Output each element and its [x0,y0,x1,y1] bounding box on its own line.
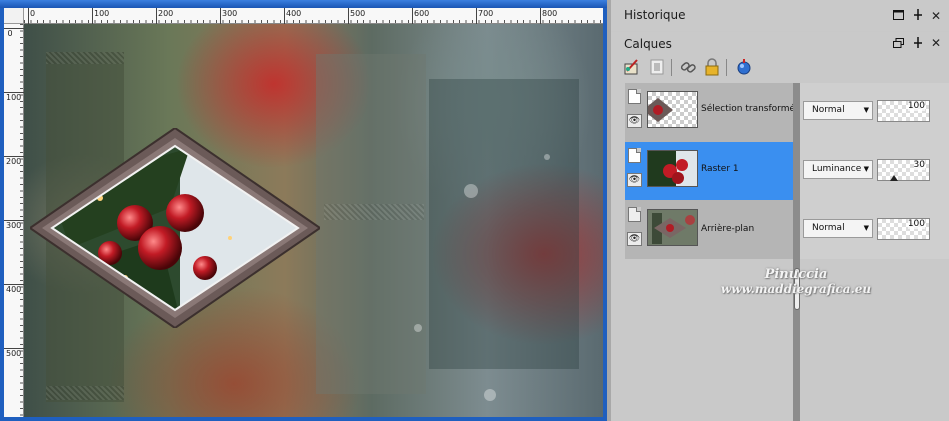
vertical-ruler: 0 100 200 300 400 500 [4,24,24,417]
decor-rect [316,54,426,394]
decor-texture-band [46,52,124,64]
ruler-label: 400 [6,285,22,294]
lock-icon[interactable] [703,58,721,76]
ruler-label: 500 [350,9,366,18]
restore-icon[interactable] [893,38,904,51]
ruler-label: 400 [286,9,302,18]
blend-mode-value: Normal [812,105,845,115]
layers-panel: Calques ✕ 👁 Sélection transformée 👁 Rast… [611,32,949,421]
ruler-label: 600 [414,9,430,18]
opacity-value: 100 [907,219,925,229]
layer-type-icon [628,207,641,222]
christmas-photo [52,146,298,310]
ruler-label: 700 [478,9,494,18]
layer-thumbnail [647,91,698,128]
layer-type-icon [628,148,641,163]
bokeh-light [484,389,496,401]
dropdown-arrow-icon: ▼ [863,165,869,173]
watermark-line1: Pinuccia [764,267,828,282]
decor-texture-band [46,386,124,400]
blend-mode-value: Luminance [812,164,862,174]
ruler-label: 100 [6,93,22,102]
ruler-label: 300 [6,221,22,230]
image-window-body: 0 100 200 300 400 500 600 700 800 0 100 … [4,8,603,417]
image-window: 0 100 200 300 400 500 600 700 800 0 100 … [0,0,607,421]
eye-icon[interactable]: 👁 [627,232,642,246]
layer-list: 👁 Sélection transformée 👁 Raster 1 👁 Arr… [625,83,801,259]
layer-thumbnail [647,209,698,246]
layer-type-icon [628,89,641,104]
layers-scrollbar[interactable] [793,83,800,421]
dropdown-arrow-icon: ▼ [863,224,869,232]
maximize-icon[interactable] [893,10,904,23]
bokeh-light [544,154,550,160]
watermark: Pinuccia www.maddiegrafica.eu [666,267,926,296]
history-panel-title: Historique [624,8,686,22]
layer-name[interactable]: Raster 1 [701,164,739,174]
history-panel: Historique ✕ [611,0,949,31]
diamond-frame [30,128,320,328]
layer-mask-icon[interactable] [648,58,666,76]
pin-icon[interactable] [913,37,923,51]
watermark-line2: www.maddiegrafica.eu [720,282,872,296]
layer-name[interactable]: Arrière-plan [701,224,754,234]
opacity-value: 100 [907,101,925,111]
ruler-label: 200 [6,157,22,166]
layer-style-icon[interactable] [735,58,753,76]
close-icon[interactable]: ✕ [931,36,941,50]
ruler-label: 200 [158,9,174,18]
layer-properties-column: Normal ▼ 100 Luminance ▼ 30 Normal ▼ 100 [800,83,949,259]
horizontal-ruler: 0 100 200 300 400 500 600 700 800 [24,8,603,24]
close-icon[interactable]: ✕ [931,9,941,23]
ruler-label: 500 [6,349,22,358]
opacity-slider[interactable]: 30 [877,159,930,181]
opacity-slider-marker[interactable] [890,175,898,181]
ruler-corner [4,8,24,24]
image-window-titlebar[interactable] [0,0,607,8]
layers-panel-title: Calques [624,37,672,51]
blend-mode-dropdown[interactable]: Normal ▼ [803,219,873,238]
ruler-label: 300 [222,9,238,18]
ruler-label: 0 [7,29,13,38]
dropdown-arrow-icon: ▼ [863,106,869,114]
blend-mode-dropdown[interactable]: Normal ▼ [803,101,873,120]
decor-rect [429,79,579,369]
opacity-slider[interactable]: 100 [877,218,930,240]
bokeh-light [414,324,422,332]
eye-icon[interactable]: 👁 [627,173,642,187]
ruler-label: 100 [94,9,110,18]
layer-thumbnail [647,150,698,187]
pin-icon[interactable] [913,9,923,23]
blend-mode-value: Normal [812,223,845,233]
link-icon[interactable] [679,58,697,76]
layer-row[interactable]: 👁 Sélection transformée [625,83,801,141]
layer-properties-icon[interactable] [623,58,641,76]
eye-icon[interactable]: 👁 [627,114,642,128]
canvas-artwork[interactable] [24,24,603,417]
layer-row-selected[interactable]: 👁 Raster 1 [625,142,794,200]
decor-texture-band [324,204,424,220]
opacity-value: 30 [913,160,925,170]
bokeh-light [464,184,478,198]
ruler-label: 800 [542,9,558,18]
layer-row[interactable]: 👁 Arrière-plan [625,201,794,259]
blend-mode-dropdown[interactable]: Luminance ▼ [803,160,873,179]
ruler-label: 0 [30,9,36,18]
opacity-slider[interactable]: 100 [877,100,930,122]
layer-name[interactable]: Sélection transformée [701,104,801,114]
